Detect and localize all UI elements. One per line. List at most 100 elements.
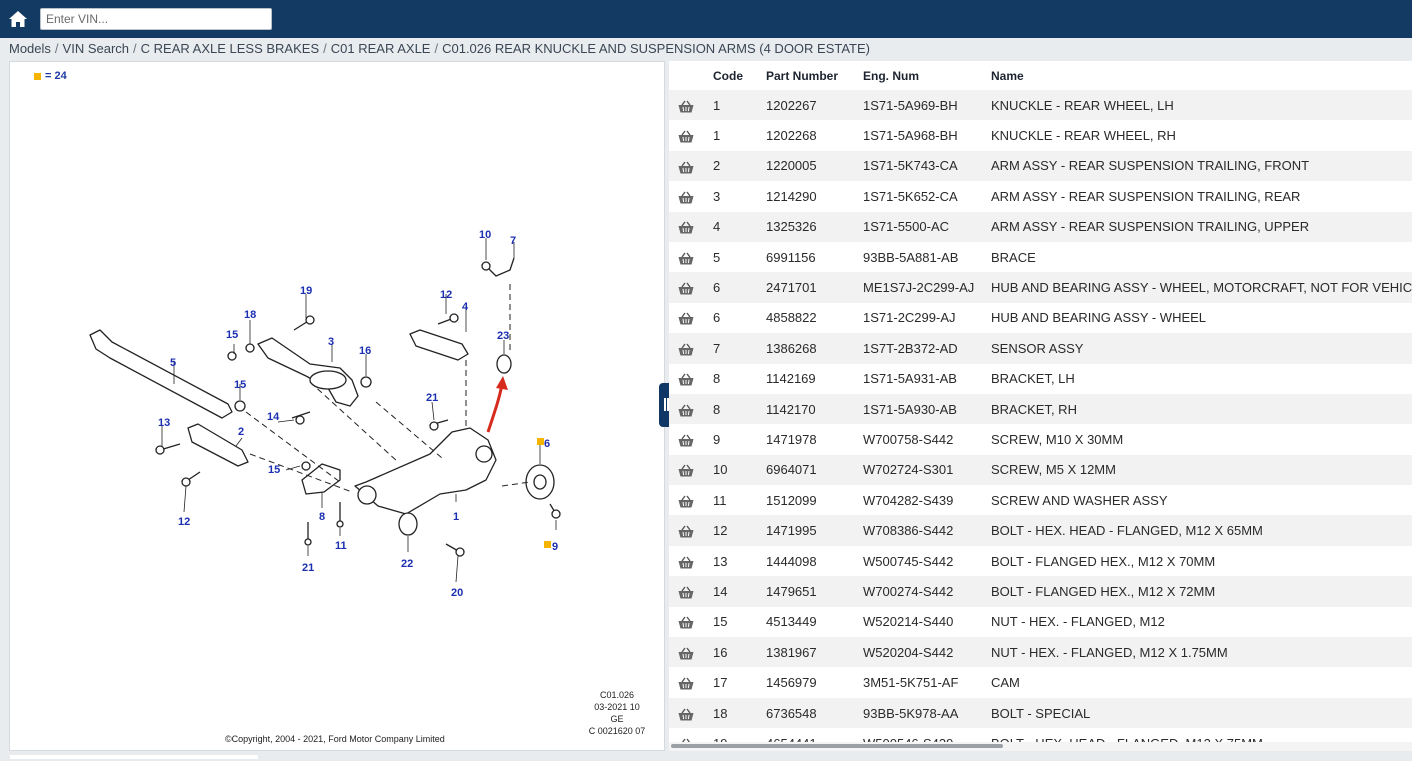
basket-cell[interactable] bbox=[669, 302, 701, 334]
basket-cell[interactable] bbox=[669, 637, 701, 668]
basket-icon[interactable] bbox=[678, 677, 694, 690]
table-row[interactable]: 4 1325326 1S71-5500-AC ARM ASSY - REAR SUSP… bbox=[669, 211, 1412, 242]
table-row[interactable]: 5 6991156 93BB-5A881-AB BRACE bbox=[669, 241, 1412, 273]
basket-cell[interactable] bbox=[669, 150, 701, 182]
callout-4[interactable]: 4 bbox=[462, 301, 469, 313]
basket-cell[interactable] bbox=[669, 181, 701, 212]
table-row[interactable]: 2 1220005 1S71-5K743-CA ARM ASSY - REAR SUS… bbox=[669, 150, 1412, 182]
table-row[interactable]: 6 4858822 1S71-2C299-AJ HUB AND BEARING ASS… bbox=[669, 302, 1412, 334]
table-row[interactable]: 6 2471701 ME1S7J-2C299-AJ HUB AND BEARING A… bbox=[669, 272, 1412, 303]
callout-3[interactable]: 3 bbox=[328, 336, 334, 348]
table-row[interactable]: 13 1444098 W500745-S442 BOLT - FLANGED HEX.… bbox=[669, 545, 1412, 577]
callout-5[interactable]: 5 bbox=[170, 357, 176, 369]
table-row[interactable]: 15 4513449 W520214-S440 NUT - HEX. - FLANGE… bbox=[669, 606, 1412, 638]
column-header-name[interactable]: Name bbox=[991, 61, 1412, 90]
callout-19[interactable]: 20 bbox=[451, 587, 463, 599]
table-row[interactable]: 14 1479651 W700274-S442 BOLT - FLANGED HEX.… bbox=[669, 576, 1412, 607]
basket-cell[interactable] bbox=[669, 90, 701, 121]
table-row[interactable]: 3 1214290 1S71-5K652-CA ARM ASSY - REAR SUS… bbox=[669, 181, 1412, 212]
basket-icon[interactable] bbox=[678, 647, 694, 660]
column-header-code[interactable]: Code bbox=[701, 61, 766, 90]
table-row[interactable]: 17 1456979 3M51-5K751-AF CAM bbox=[669, 667, 1412, 698]
column-header-part-number[interactable]: Part Number bbox=[766, 61, 863, 90]
basket-cell[interactable] bbox=[669, 393, 701, 425]
callout-14[interactable]: 14 bbox=[267, 411, 280, 423]
basket-cell[interactable] bbox=[669, 667, 701, 698]
callout-7[interactable]: 7 bbox=[510, 235, 516, 247]
basket-icon[interactable] bbox=[678, 708, 694, 721]
table-row[interactable]: 8 1142169 1S71-5A931-AB BRACKET, LH bbox=[669, 363, 1412, 394]
table-row[interactable]: 8 1142170 1S71-5A930-AB BRACKET, RH bbox=[669, 393, 1412, 425]
basket-cell[interactable] bbox=[669, 333, 701, 364]
breadcrumb-subgroup[interactable]: C01 REAR AXLE bbox=[331, 41, 431, 56]
basket-cell[interactable] bbox=[669, 241, 701, 273]
callout-6[interactable]: 6 bbox=[544, 438, 550, 450]
basket-icon[interactable] bbox=[678, 282, 694, 295]
basket-icon[interactable] bbox=[678, 586, 694, 599]
basket-icon[interactable] bbox=[678, 404, 694, 417]
callout-15[interactable]: 15 bbox=[234, 379, 246, 391]
basket-cell[interactable] bbox=[669, 545, 701, 577]
callout-12[interactable]: 12 bbox=[178, 516, 190, 528]
basket-icon[interactable] bbox=[678, 556, 694, 569]
table-row[interactable]: 9 1471978 W700758-S442 SCREW, M10 X 30MM bbox=[669, 424, 1412, 455]
horizontal-scrollbar[interactable] bbox=[669, 742, 1412, 751]
basket-icon[interactable] bbox=[678, 434, 694, 447]
callout-23[interactable]: 23 bbox=[497, 330, 509, 342]
basket-cell[interactable] bbox=[669, 515, 701, 546]
callout-11[interactable]: 11 bbox=[335, 540, 347, 552]
basket-icon[interactable] bbox=[678, 100, 694, 113]
basket-cell[interactable] bbox=[669, 272, 701, 303]
callout-18[interactable]: 19 bbox=[300, 285, 312, 297]
basket-icon[interactable] bbox=[678, 221, 694, 234]
basket-icon[interactable] bbox=[678, 191, 694, 204]
callout-21[interactable]: 21 bbox=[302, 562, 314, 574]
callout-10[interactable]: 10 bbox=[479, 229, 491, 241]
basket-icon[interactable] bbox=[678, 464, 694, 477]
basket-icon[interactable] bbox=[678, 616, 694, 629]
basket-cell[interactable] bbox=[669, 424, 701, 455]
table-row[interactable]: 10 6964071 W702724-S301 SCREW, M5 X 12MM bbox=[669, 454, 1412, 486]
breadcrumb-vin-search[interactable]: VIN Search bbox=[63, 41, 129, 56]
callout-1[interactable]: 1 bbox=[453, 511, 459, 523]
column-header-eng-num[interactable]: Eng. Num bbox=[863, 61, 991, 90]
table-row[interactable]: 7 1386268 1S7T-2B372-AD SENSOR ASSY bbox=[669, 333, 1412, 364]
callout-2[interactable]: 2 bbox=[238, 426, 244, 438]
basket-icon[interactable] bbox=[678, 252, 694, 265]
basket-icon[interactable] bbox=[678, 373, 694, 386]
basket-icon[interactable] bbox=[678, 343, 694, 356]
basket-cell[interactable] bbox=[669, 211, 701, 242]
vin-search-input[interactable] bbox=[40, 8, 272, 30]
table-row[interactable]: 11 1512099 W704282-S439 SCREW AND WASHER AS… bbox=[669, 485, 1412, 516]
callout-15[interactable]: 15 bbox=[226, 329, 238, 341]
callout-17[interactable]: 18 bbox=[244, 309, 256, 321]
basket-icon[interactable] bbox=[678, 312, 694, 325]
callout-8[interactable]: 8 bbox=[319, 511, 325, 523]
basket-cell[interactable] bbox=[669, 485, 701, 516]
basket-cell[interactable] bbox=[669, 363, 701, 394]
table-row[interactable]: 16 1381967 W520204-S442 NUT - HEX. - FLANGE… bbox=[669, 637, 1412, 668]
callout-13[interactable]: 13 bbox=[158, 417, 170, 429]
callout-22[interactable]: 22 bbox=[401, 558, 413, 570]
basket-icon[interactable] bbox=[678, 525, 694, 538]
callout-16[interactable]: 16 bbox=[359, 345, 371, 357]
home-icon[interactable] bbox=[8, 9, 28, 29]
table-row[interactable]: 18 6736548 93BB-5K978-AA BOLT - SPECIAL bbox=[669, 697, 1412, 729]
table-row[interactable]: 1 1202267 1S71-5A969-BH KNUCKLE - REAR WHEE… bbox=[669, 90, 1412, 121]
basket-cell[interactable] bbox=[669, 454, 701, 486]
callout-9[interactable]: 9 bbox=[552, 541, 558, 553]
table-row[interactable]: 12 1471995 W708386-S442 BOLT - HEX. HEAD - … bbox=[669, 515, 1412, 546]
callout-12[interactable]: 12 bbox=[440, 289, 452, 301]
basket-icon[interactable] bbox=[678, 130, 694, 143]
table-row[interactable]: 1 1202268 1S71-5A968-BH KNUCKLE - REAR WHEE… bbox=[669, 120, 1412, 151]
scrollbar-thumb[interactable] bbox=[671, 744, 1003, 748]
callout-15[interactable]: 15 bbox=[268, 464, 280, 476]
basket-cell[interactable] bbox=[669, 606, 701, 638]
callout-20[interactable]: 21 bbox=[426, 392, 438, 404]
basket-cell[interactable] bbox=[669, 576, 701, 607]
basket-cell[interactable] bbox=[669, 697, 701, 729]
basket-icon[interactable] bbox=[678, 161, 694, 174]
basket-icon[interactable] bbox=[678, 495, 694, 508]
breadcrumb-models[interactable]: Models bbox=[9, 41, 51, 56]
basket-cell[interactable] bbox=[669, 120, 701, 151]
